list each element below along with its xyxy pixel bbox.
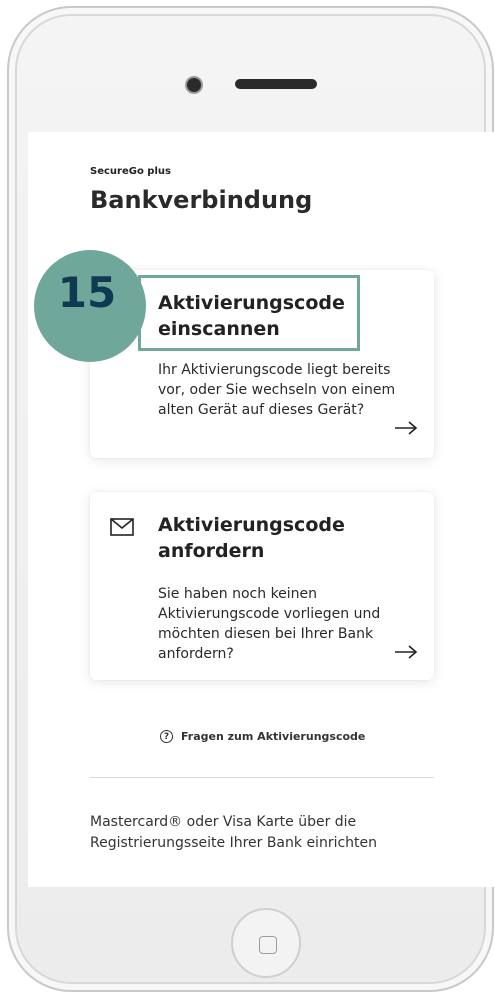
speaker-slot: [235, 79, 317, 89]
question-circle-icon: ?: [160, 730, 173, 743]
app-screen: SecureGo plus Bankverbindung Aktivierung…: [28, 132, 495, 887]
footer-card-setup-link[interactable]: Mastercard® oder Visa Karte über die Reg…: [90, 812, 450, 854]
mail-icon: [110, 518, 134, 536]
card-title: Aktivierungscode anfordern: [158, 514, 345, 562]
home-square-icon: [259, 936, 277, 954]
arrow-right-icon: [395, 645, 418, 659]
home-button[interactable]: [231, 908, 301, 978]
divider: [90, 777, 434, 778]
arrow-right-icon: [395, 421, 418, 435]
camera-dot: [187, 78, 201, 92]
callout-badge: 15: [34, 250, 146, 362]
app-name: SecureGo plus: [90, 166, 171, 177]
help-label: Fragen zum Aktivierungscode: [181, 730, 366, 743]
card-request-activation-code[interactable]: Aktivierungscode anfordern Sie haben noc…: [90, 492, 434, 680]
help-link[interactable]: ? Fragen zum Aktivierungscode: [160, 730, 365, 743]
card-description: Ihr Aktivierungscode liegt bereits vor, …: [158, 362, 396, 418]
card-description: Sie haben noch keinen Aktivierungscode v…: [158, 586, 381, 662]
callout-highlight-box: [138, 275, 360, 351]
callout-number: 15: [57, 267, 117, 317]
page-title: Bankverbindung: [90, 186, 313, 214]
